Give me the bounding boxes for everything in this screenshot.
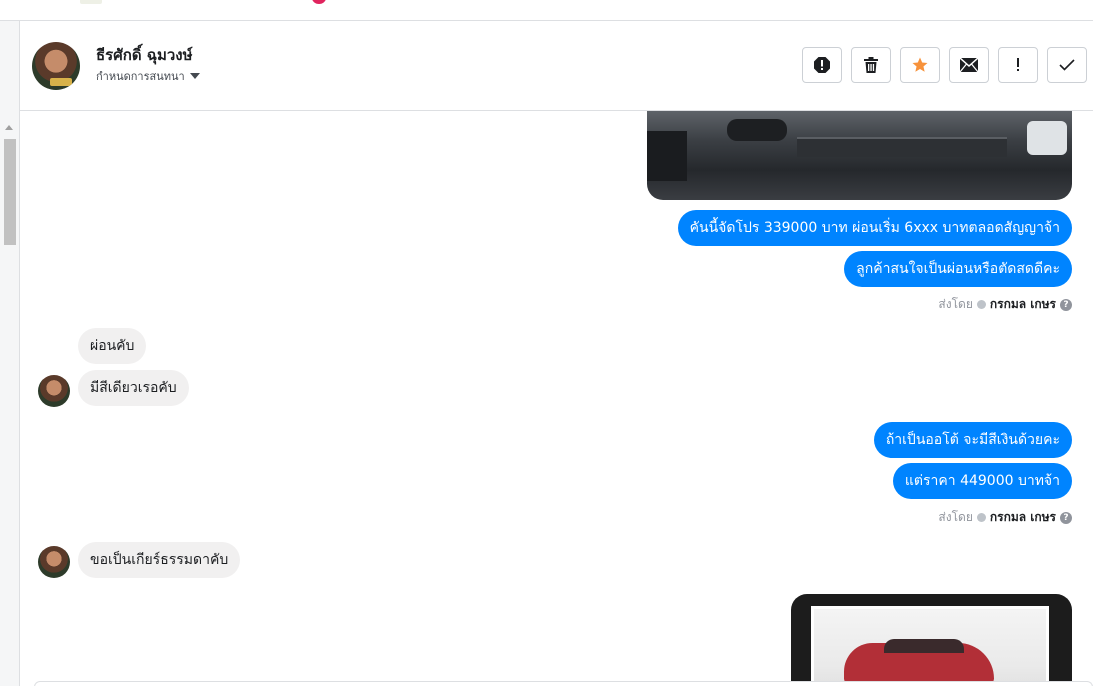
contact-avatar-small[interactable]	[38, 546, 70, 578]
image-detail	[1027, 121, 1067, 155]
envelope-icon	[960, 58, 978, 72]
top-tab-fragment	[80, 0, 102, 4]
sent-by-label: ส่งโดย	[938, 297, 973, 311]
image-detail	[647, 131, 687, 181]
avatar-badge	[50, 78, 72, 86]
notification-dot	[312, 0, 326, 4]
scroll-up-arrow-icon[interactable]	[5, 125, 13, 130]
incoming-message[interactable]: มีสีเดียวเรอคับ	[78, 370, 189, 406]
delete-button[interactable]	[851, 47, 891, 83]
image-detail	[727, 119, 787, 141]
star-icon	[912, 57, 928, 72]
outgoing-message[interactable]: คันนี้จัดโปร 339000 บาท ผ่อนเริ่ม 6xxx บ…	[677, 210, 1072, 246]
conversation-label-dropdown[interactable]: กำหนดการสนทนา	[96, 67, 200, 85]
sent-by-name[interactable]: กรกมล เกษร	[990, 295, 1056, 314]
image-detail	[884, 639, 964, 653]
caret-down-icon	[189, 73, 200, 79]
sent-by-label: ส่งโดย	[938, 510, 973, 524]
scrollbar-thumb[interactable]	[4, 139, 16, 245]
sent-by-info: ส่งโดย กรกมล เกษร ?	[938, 295, 1072, 314]
follow-up-button[interactable]	[998, 47, 1038, 83]
top-toolbar-strip	[0, 0, 1093, 21]
mark-spam-icon	[814, 57, 830, 73]
outgoing-message[interactable]: ลูกค้าสนใจเป็นผ่อนหรือตัดสดดีคะ	[844, 251, 1072, 287]
messenger-page: ธีรศักดิ์ ฉุมวงษ์ กำหนดการสนทนา คันนี้จั…	[0, 0, 1093, 686]
image-detail	[797, 137, 1007, 157]
mark-unread-button[interactable]	[949, 47, 989, 83]
outgoing-message[interactable]: แต่ราคา 449000 บาทจ้า	[892, 463, 1072, 499]
incoming-message[interactable]: ผ่อนคับ	[78, 328, 147, 364]
mark-spam-button[interactable]	[802, 47, 842, 83]
incoming-message[interactable]: ขอเป็นเกียร์ธรรมดาคับ	[78, 542, 241, 578]
message-composer[interactable]	[34, 681, 1093, 686]
exclamation-icon	[1017, 58, 1019, 71]
sent-by-name[interactable]: กรกมล เกษร	[990, 508, 1056, 527]
label-dropdown-text: กำหนดการสนทนา	[96, 70, 185, 83]
contact-avatar-small[interactable]	[38, 375, 70, 407]
shared-image-engine[interactable]	[647, 111, 1072, 200]
contact-avatar[interactable]	[32, 42, 80, 90]
verified-dot-icon	[976, 513, 986, 522]
conversation-header: ธีรศักดิ์ ฉุมวงษ์ กำหนดการสนทนา	[20, 21, 1093, 111]
sent-by-info: ส่งโดย กรกมล เกษร ?	[938, 508, 1072, 527]
star-button[interactable]	[900, 47, 940, 83]
message-thread[interactable]: คันนี้จัดโปร 339000 บาท ผ่อนเริ่ม 6xxx บ…	[20, 111, 1093, 686]
left-scroll-gutter	[0, 21, 20, 686]
outgoing-message[interactable]: ถ้าเป็นออโต้ จะมีสีเงินด้วยคะ	[873, 422, 1072, 458]
action-toolbar	[802, 47, 1087, 83]
help-question-icon[interactable]: ?	[1060, 511, 1072, 524]
verified-dot-icon	[976, 300, 986, 309]
contact-name[interactable]: ธีรศักดิ์ ฉุมวงษ์	[96, 43, 193, 67]
trash-icon	[864, 57, 878, 73]
mark-done-button[interactable]	[1047, 47, 1087, 83]
help-question-icon[interactable]: ?	[1060, 298, 1072, 311]
shared-image-car[interactable]	[791, 594, 1072, 686]
car-photo	[811, 606, 1049, 686]
check-icon	[1059, 59, 1075, 71]
